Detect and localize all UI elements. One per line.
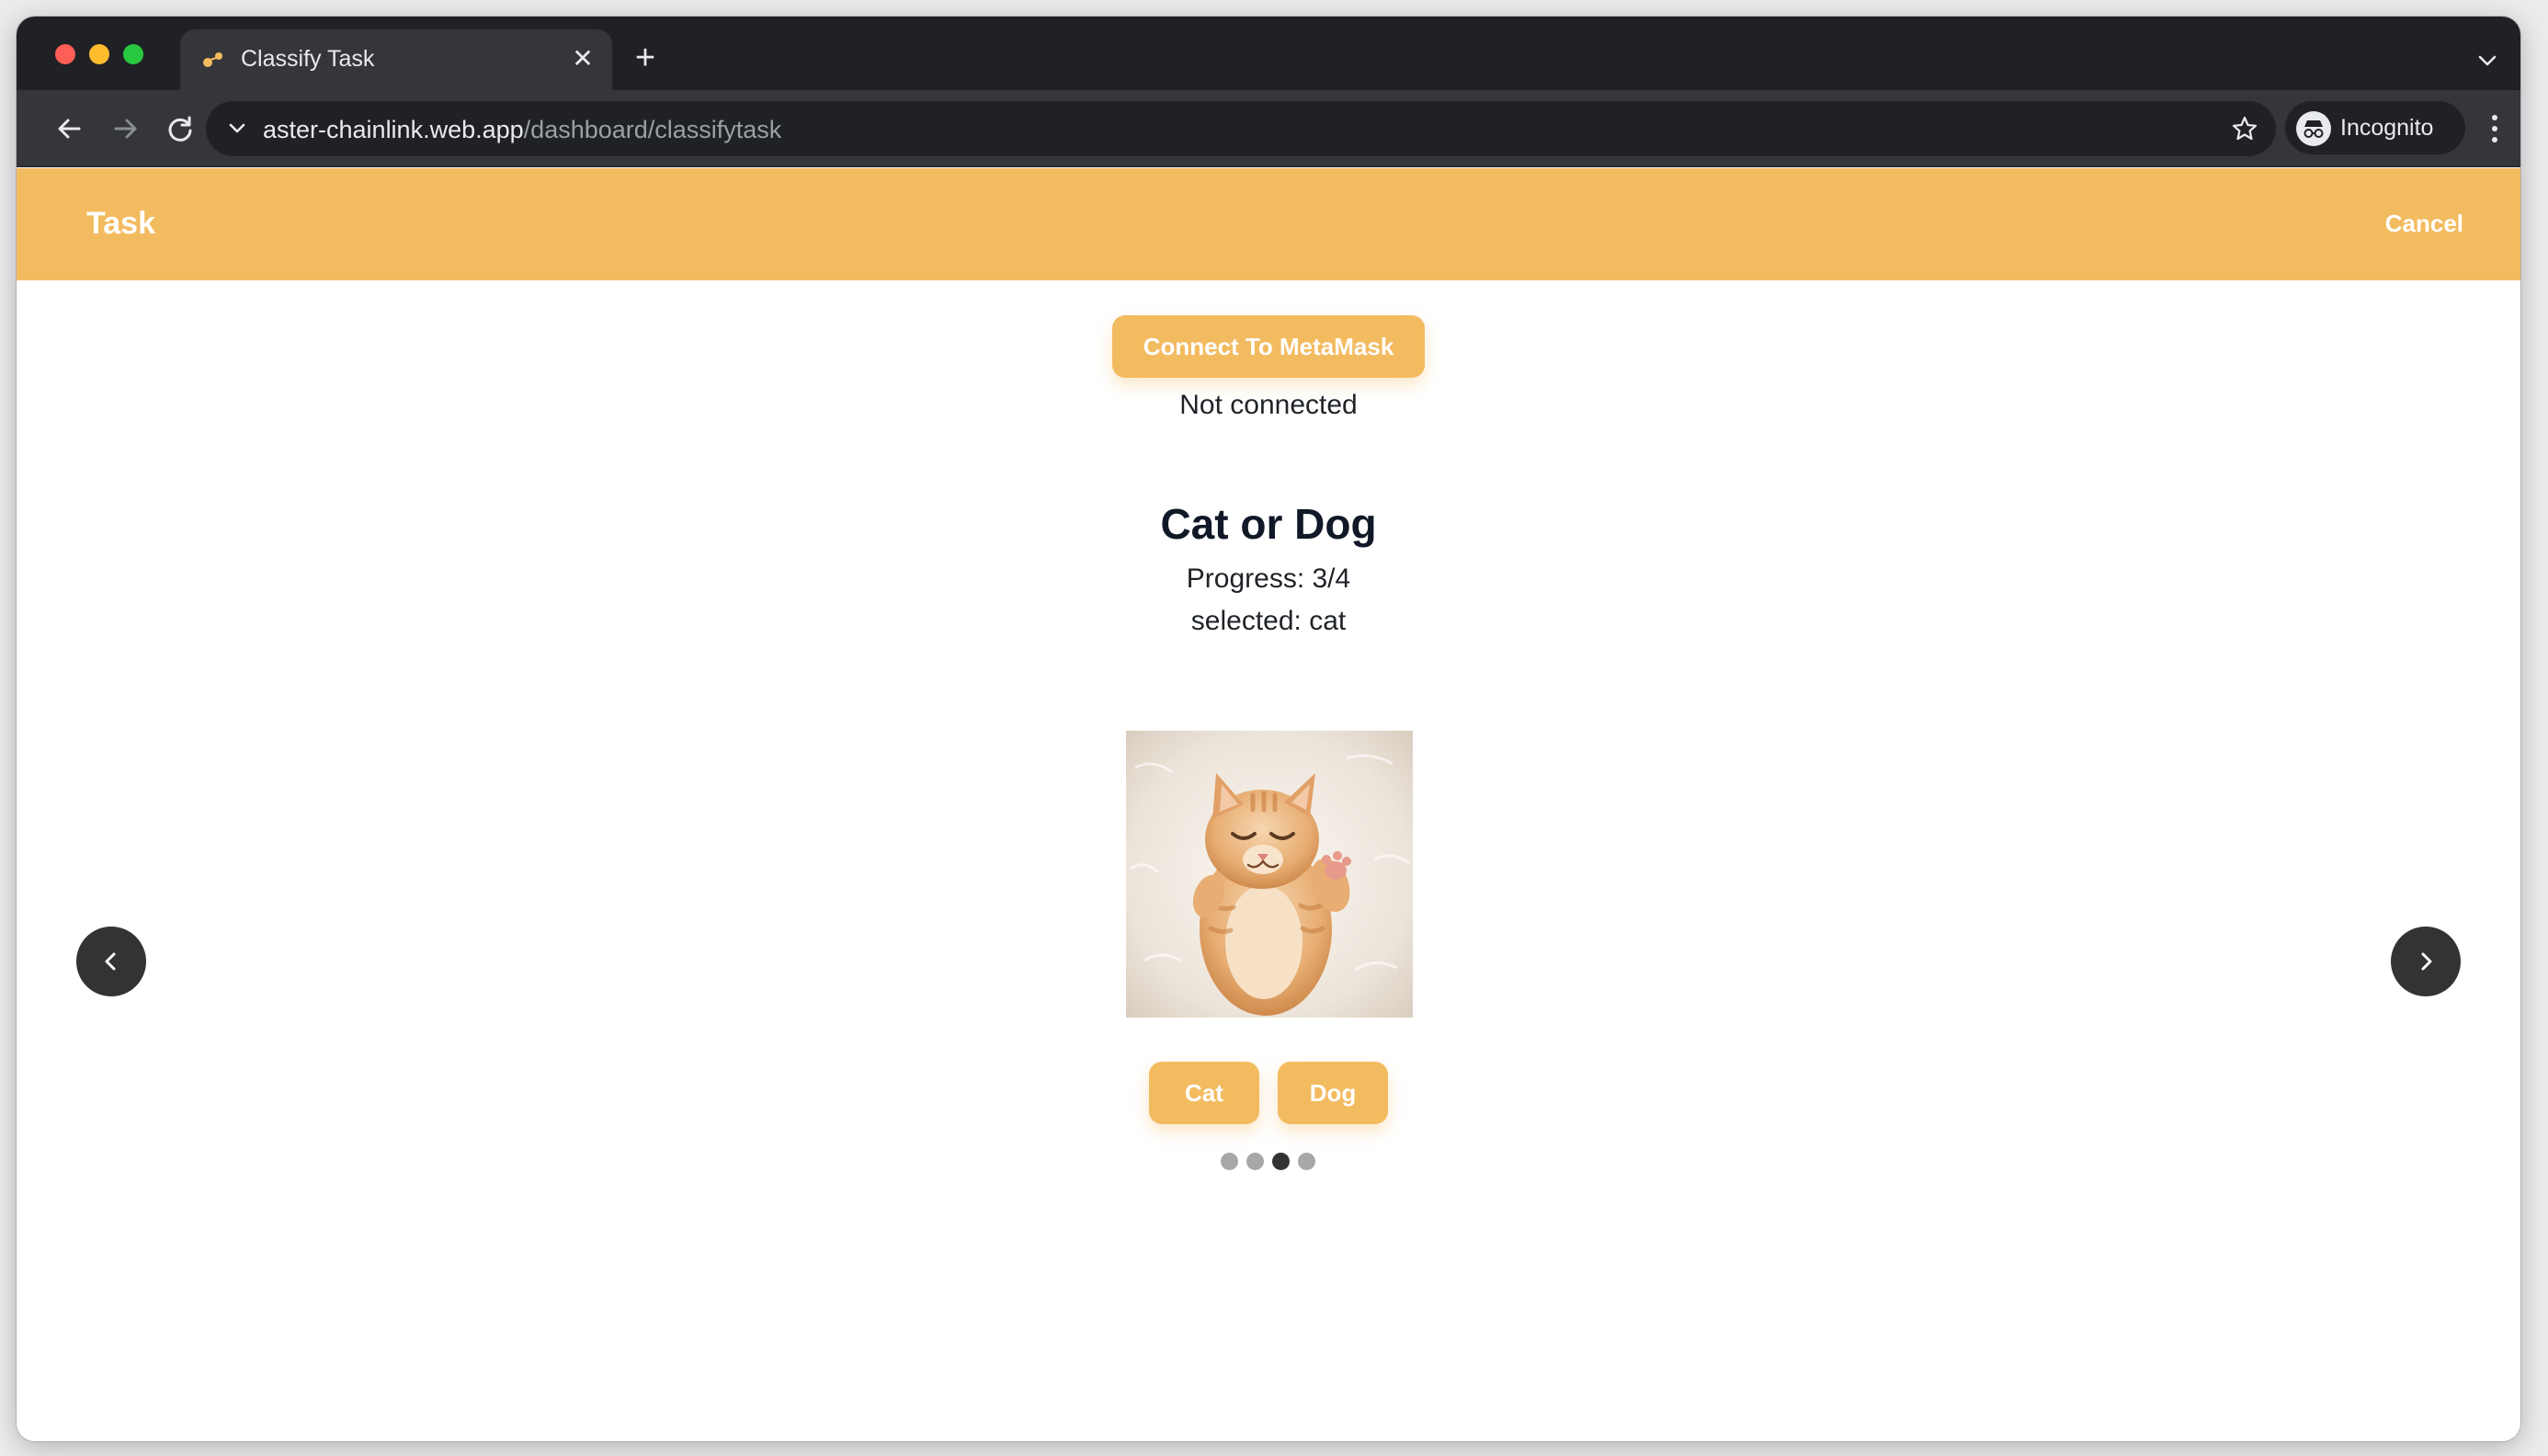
selected-text: selected: cat	[1190, 606, 1347, 636]
chevron-down-icon[interactable]	[2474, 48, 2500, 74]
tab-title: Classify Task	[241, 46, 375, 72]
carousel-dot[interactable]	[1298, 1153, 1315, 1170]
progress-text: Progress: 3/4	[1186, 563, 1351, 594]
reload-icon[interactable]	[162, 110, 199, 147]
task-image	[1126, 731, 1413, 1018]
connect-metamask-button[interactable]: Connect To MetaMask	[1112, 315, 1425, 378]
tab-close-icon[interactable]: ✕	[568, 44, 597, 74]
star-icon[interactable]	[2230, 114, 2259, 143]
incognito-profile-button[interactable]: Incognito	[2285, 101, 2465, 154]
carousel-dot[interactable]	[1246, 1153, 1264, 1170]
connection-status: Not connected	[1179, 390, 1358, 420]
chevron-left-icon	[105, 952, 116, 971]
url-path: /dashboard/classifytask	[523, 116, 782, 143]
main-content: Connect To MetaMask Not connected Cat or…	[17, 280, 2520, 1441]
browser-window: Classify Task ✕ + aster-chainlink.web.ap…	[17, 17, 2520, 1441]
cat-button[interactable]: Cat	[1149, 1062, 1259, 1124]
page-title: Task	[86, 206, 155, 241]
forward-arrow-icon[interactable]	[107, 110, 143, 147]
carousel-indicators	[1221, 1153, 1316, 1171]
close-window-button[interactable]	[55, 44, 75, 64]
more-vert-icon[interactable]	[2489, 112, 2500, 145]
dog-button[interactable]: Dog	[1278, 1062, 1388, 1124]
carousel-dot[interactable]	[1221, 1153, 1238, 1170]
tab-strip: Classify Task ✕ +	[17, 17, 2520, 90]
minimize-window-button[interactable]	[89, 44, 109, 64]
address-bar[interactable]: aster-chainlink.web.app/dashboard/classi…	[206, 101, 2276, 156]
browser-tab[interactable]: Classify Task ✕	[180, 29, 612, 90]
task-title: Cat or Dog	[1160, 500, 1377, 548]
maximize-window-button[interactable]	[123, 44, 143, 64]
url-host: aster-chainlink.web.app	[263, 116, 524, 143]
new-tab-button[interactable]: +	[629, 40, 662, 75]
browser-toolbar: aster-chainlink.web.app/dashboard/classi…	[17, 90, 2520, 167]
favicon-icon	[203, 52, 222, 67]
carousel-dot[interactable]	[1272, 1153, 1290, 1170]
cancel-button[interactable]: Cancel	[2385, 209, 2463, 238]
chevron-down-icon[interactable]	[224, 116, 250, 142]
next-button[interactable]	[2391, 927, 2461, 996]
app-header: Task Cancel	[17, 168, 2520, 280]
chevron-right-icon	[2421, 952, 2432, 971]
previous-button[interactable]	[76, 927, 146, 996]
incognito-icon	[2296, 111, 2331, 146]
back-arrow-icon[interactable]	[51, 110, 88, 147]
incognito-label: Incognito	[2340, 115, 2434, 141]
url-text[interactable]: aster-chainlink.web.app/dashboard/classi…	[263, 115, 781, 144]
